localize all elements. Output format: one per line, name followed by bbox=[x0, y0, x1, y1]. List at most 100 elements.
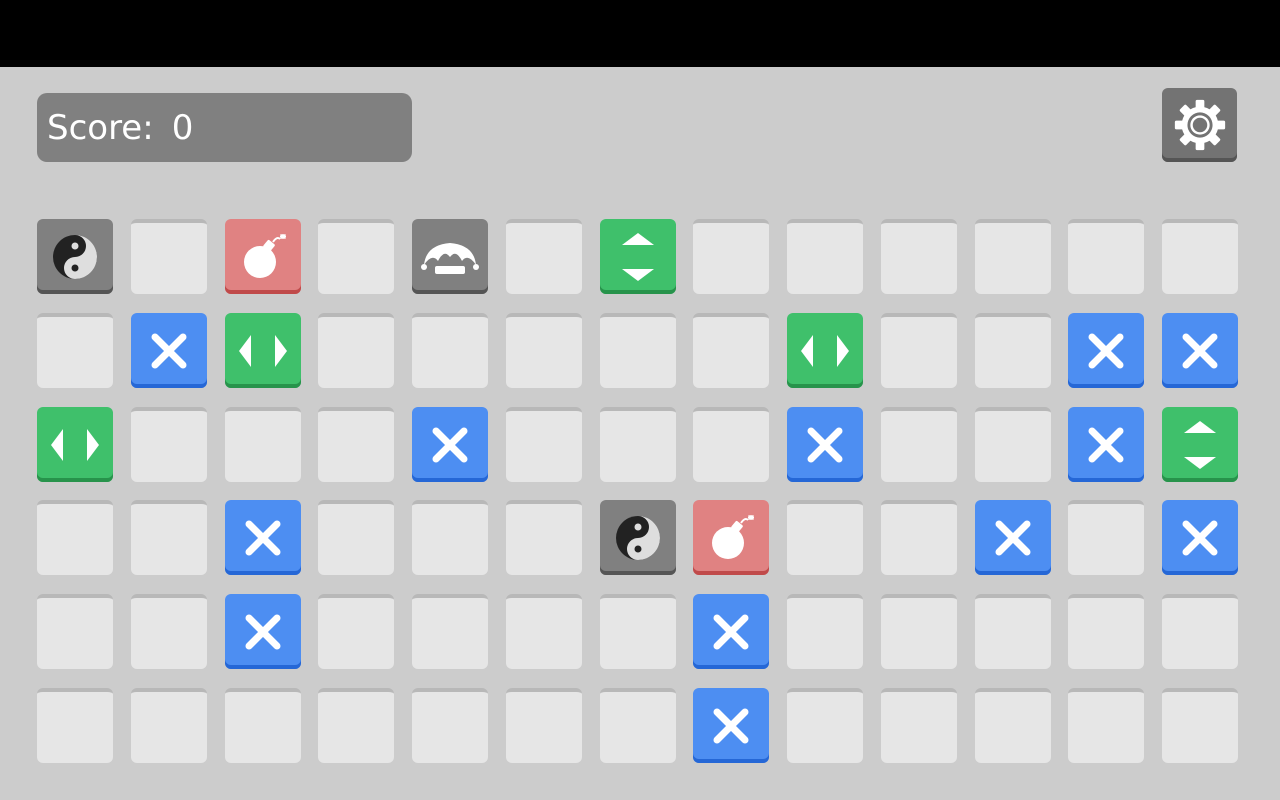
empty-tile[interactable] bbox=[975, 407, 1051, 482]
empty-tile[interactable] bbox=[1068, 594, 1144, 669]
horizontal-arrows-icon bbox=[797, 331, 853, 371]
empty-tile[interactable] bbox=[787, 219, 863, 294]
tile-yinyang[interactable] bbox=[37, 219, 113, 294]
x-icon bbox=[1086, 425, 1126, 465]
vertical-arrows-icon bbox=[618, 229, 658, 285]
empty-tile[interactable] bbox=[506, 407, 582, 482]
tile-arrows-horizontal[interactable] bbox=[37, 407, 113, 482]
empty-tile[interactable] bbox=[600, 407, 676, 482]
empty-tile[interactable] bbox=[412, 594, 488, 669]
tile-x[interactable] bbox=[225, 500, 301, 575]
empty-tile[interactable] bbox=[318, 594, 394, 669]
empty-tile[interactable] bbox=[37, 688, 113, 763]
empty-tile[interactable] bbox=[881, 407, 957, 482]
tile-x[interactable] bbox=[1068, 313, 1144, 388]
tile-x[interactable] bbox=[787, 407, 863, 482]
yin-yang-icon bbox=[51, 233, 99, 281]
empty-tile[interactable] bbox=[318, 500, 394, 575]
empty-tile[interactable] bbox=[693, 313, 769, 388]
empty-tile[interactable] bbox=[37, 594, 113, 669]
empty-tile[interactable] bbox=[131, 688, 207, 763]
horizontal-arrows-icon bbox=[235, 331, 291, 371]
empty-tile[interactable] bbox=[412, 313, 488, 388]
empty-tile[interactable] bbox=[881, 313, 957, 388]
empty-tile[interactable] bbox=[1162, 219, 1238, 294]
vertical-arrows-icon bbox=[1180, 417, 1220, 473]
empty-tile[interactable] bbox=[506, 688, 582, 763]
x-icon bbox=[711, 612, 751, 652]
tile-x[interactable] bbox=[1162, 500, 1238, 575]
tile-x[interactable] bbox=[693, 594, 769, 669]
empty-tile[interactable] bbox=[693, 219, 769, 294]
tile-bomb[interactable] bbox=[225, 219, 301, 294]
tile-bomb[interactable] bbox=[693, 500, 769, 575]
yin-yang-icon bbox=[614, 514, 662, 562]
empty-tile[interactable] bbox=[881, 688, 957, 763]
empty-tile[interactable] bbox=[318, 407, 394, 482]
empty-tile[interactable] bbox=[131, 407, 207, 482]
tile-jester[interactable] bbox=[412, 219, 488, 294]
empty-tile[interactable] bbox=[225, 688, 301, 763]
empty-tile[interactable] bbox=[600, 688, 676, 763]
empty-tile[interactable] bbox=[600, 594, 676, 669]
x-icon bbox=[243, 612, 283, 652]
horizontal-arrows-icon bbox=[47, 425, 103, 465]
empty-tile[interactable] bbox=[131, 500, 207, 575]
tile-arrows-horizontal[interactable] bbox=[787, 313, 863, 388]
empty-tile[interactable] bbox=[318, 219, 394, 294]
empty-tile[interactable] bbox=[881, 219, 957, 294]
jester-hat-icon bbox=[418, 235, 482, 279]
empty-tile[interactable] bbox=[37, 313, 113, 388]
empty-tile[interactable] bbox=[1068, 688, 1144, 763]
score-panel: Score: 0 bbox=[37, 93, 412, 162]
empty-tile[interactable] bbox=[1162, 594, 1238, 669]
empty-tile[interactable] bbox=[600, 313, 676, 388]
tile-x[interactable] bbox=[412, 407, 488, 482]
empty-tile[interactable] bbox=[412, 500, 488, 575]
tile-x[interactable] bbox=[693, 688, 769, 763]
empty-tile[interactable] bbox=[318, 688, 394, 763]
tile-x[interactable] bbox=[1162, 313, 1238, 388]
x-icon bbox=[149, 331, 189, 371]
empty-tile[interactable] bbox=[881, 594, 957, 669]
empty-tile[interactable] bbox=[1068, 219, 1144, 294]
score-label: Score: bbox=[47, 107, 154, 148]
gear-icon bbox=[1174, 99, 1225, 151]
tile-x[interactable] bbox=[1068, 407, 1144, 482]
empty-tile[interactable] bbox=[506, 313, 582, 388]
bomb-icon bbox=[704, 511, 758, 565]
tile-arrows-horizontal[interactable] bbox=[225, 313, 301, 388]
empty-tile[interactable] bbox=[37, 500, 113, 575]
empty-tile[interactable] bbox=[975, 688, 1051, 763]
empty-tile[interactable] bbox=[881, 500, 957, 575]
empty-tile[interactable] bbox=[975, 313, 1051, 388]
tile-x[interactable] bbox=[975, 500, 1051, 575]
empty-tile[interactable] bbox=[318, 313, 394, 388]
tile-x[interactable] bbox=[225, 594, 301, 669]
empty-tile[interactable] bbox=[787, 500, 863, 575]
settings-button[interactable] bbox=[1162, 88, 1237, 162]
empty-tile[interactable] bbox=[225, 407, 301, 482]
x-icon bbox=[805, 425, 845, 465]
empty-tile[interactable] bbox=[787, 594, 863, 669]
x-icon bbox=[243, 518, 283, 558]
empty-tile[interactable] bbox=[1068, 500, 1144, 575]
x-icon bbox=[1180, 331, 1220, 371]
empty-tile[interactable] bbox=[506, 500, 582, 575]
empty-tile[interactable] bbox=[1162, 688, 1238, 763]
x-icon bbox=[1180, 518, 1220, 558]
tile-x[interactable] bbox=[131, 313, 207, 388]
empty-tile[interactable] bbox=[131, 594, 207, 669]
empty-tile[interactable] bbox=[693, 407, 769, 482]
x-icon bbox=[993, 518, 1033, 558]
empty-tile[interactable] bbox=[506, 219, 582, 294]
tile-arrows-vertical[interactable] bbox=[1162, 407, 1238, 482]
empty-tile[interactable] bbox=[412, 688, 488, 763]
empty-tile[interactable] bbox=[787, 688, 863, 763]
empty-tile[interactable] bbox=[506, 594, 582, 669]
empty-tile[interactable] bbox=[131, 219, 207, 294]
empty-tile[interactable] bbox=[975, 594, 1051, 669]
empty-tile[interactable] bbox=[975, 219, 1051, 294]
tile-yinyang[interactable] bbox=[600, 500, 676, 575]
tile-arrows-vertical[interactable] bbox=[600, 219, 676, 294]
